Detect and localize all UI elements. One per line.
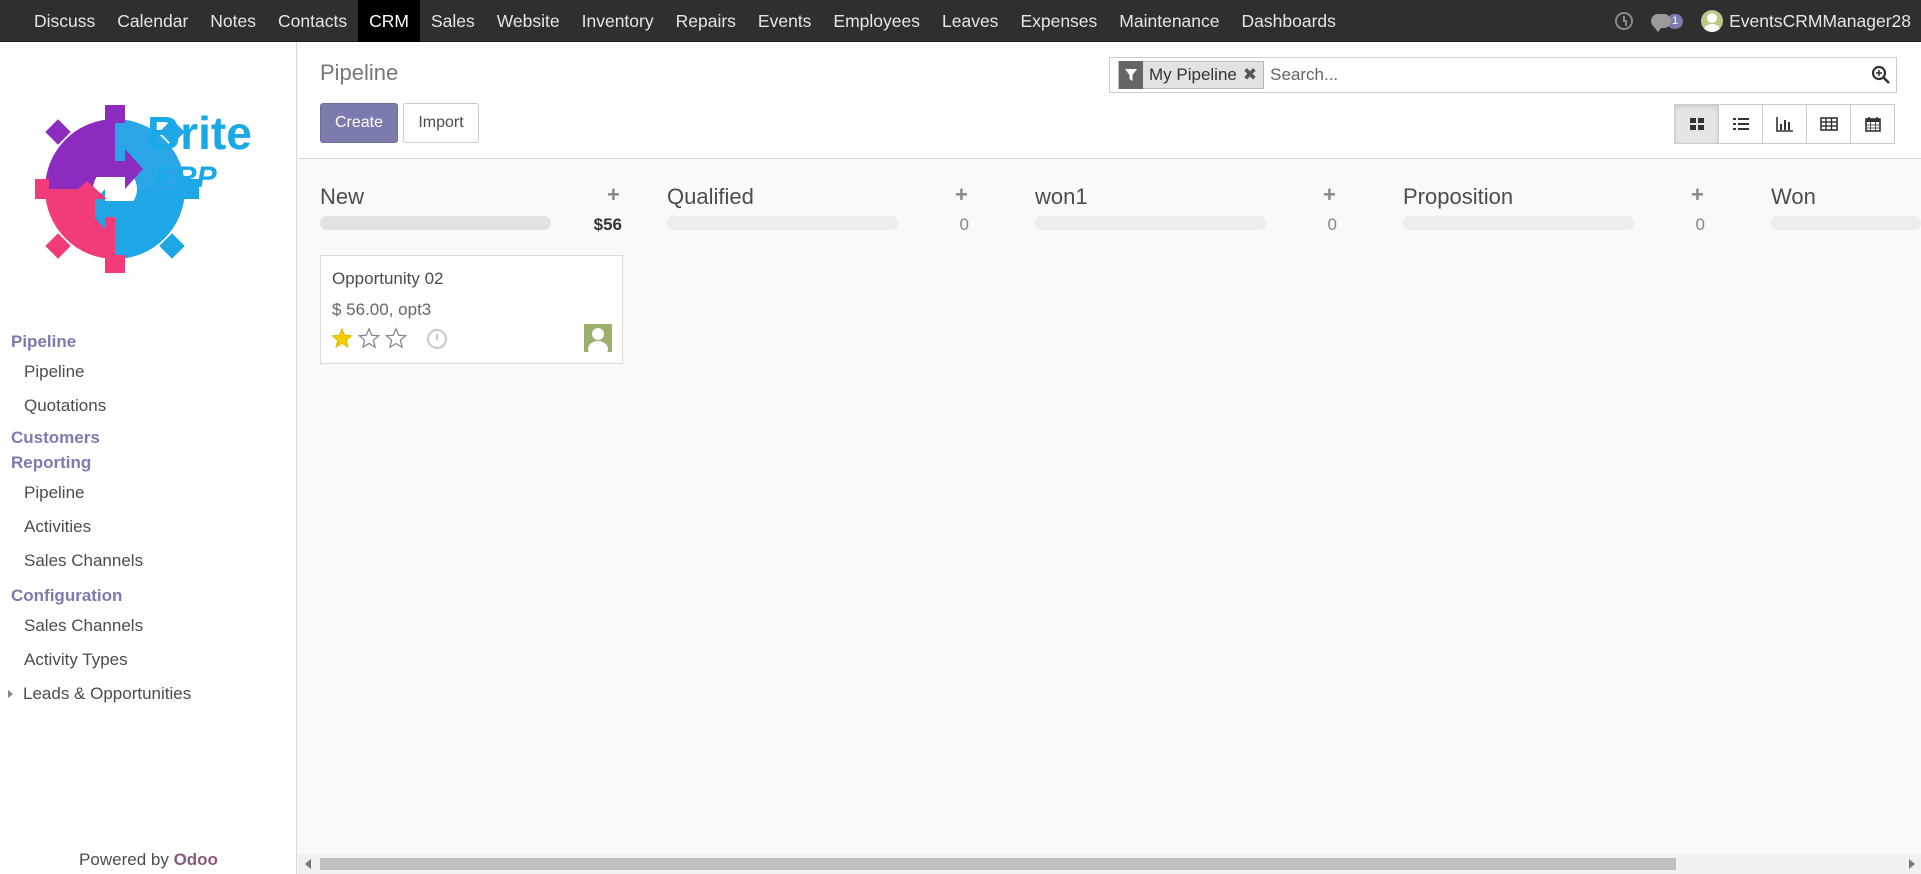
- menu-calendar[interactable]: Calendar: [106, 0, 199, 42]
- menu-inventory[interactable]: Inventory: [571, 0, 665, 42]
- column-title[interactable]: Won: [1771, 184, 1816, 210]
- column-progress-bar[interactable]: [320, 216, 551, 230]
- sidebar-heading-configuration[interactable]: Configuration: [0, 583, 297, 608]
- priority-widget: [331, 327, 407, 349]
- powered-by-text: Powered by: [79, 850, 169, 869]
- user-name: EventsCRMManager28: [1729, 10, 1911, 31]
- calendar-icon: [1864, 117, 1881, 132]
- sidebar-heading-customers[interactable]: Customers: [0, 425, 297, 450]
- column-progress-bar[interactable]: [667, 216, 898, 230]
- sidebar-item-sales-channels[interactable]: Sales Channels: [0, 609, 297, 643]
- sidebar-item-quotations[interactable]: Quotations: [0, 389, 297, 423]
- menu-notes[interactable]: Notes: [199, 0, 267, 42]
- sidebar-heading-reporting[interactable]: Reporting: [0, 450, 297, 475]
- column-progress-bar[interactable]: [1771, 216, 1921, 230]
- horizontal-scrollbar[interactable]: [298, 854, 1921, 874]
- column-title[interactable]: New: [320, 184, 364, 210]
- user-menu[interactable]: EventsCRMManager28: [1701, 10, 1911, 32]
- column-title[interactable]: Qualified: [667, 184, 754, 210]
- breadcrumb: Pipeline: [320, 60, 399, 85]
- sidebar-item-pipeline[interactable]: Pipeline: [0, 355, 297, 389]
- menu-repairs[interactable]: Repairs: [665, 0, 747, 42]
- app-menu: Discuss Calendar Notes Contacts CRM Sale…: [0, 0, 1347, 42]
- menu-website[interactable]: Website: [486, 0, 571, 42]
- salesperson-avatar: [584, 324, 612, 352]
- graph-icon: [1775, 117, 1793, 132]
- card-title: Opportunity 02: [332, 269, 444, 288]
- menu-discuss[interactable]: Discuss: [23, 0, 106, 42]
- menu-contacts[interactable]: Contacts: [267, 0, 358, 42]
- scrollbar-thumb[interactable]: [320, 858, 1676, 870]
- kanban-board: New + $56 Opportunity 02 $ 56.00, opt3 Q…: [298, 160, 1921, 854]
- powered-by-footer: Powered by Odoo: [0, 850, 297, 870]
- logo-text-brite: Brite: [147, 107, 252, 159]
- chat-bubble-icon: [1650, 14, 1671, 32]
- sidebar-item-activity-types[interactable]: Activity Types: [0, 643, 297, 677]
- menu-sales[interactable]: Sales: [420, 0, 486, 42]
- brite-erp-logo: Brite ERP: [35, 105, 252, 273]
- scroll-right-arrow[interactable]: [1909, 859, 1915, 869]
- logo-text-erp: ERP: [155, 161, 218, 194]
- systray: 1 EventsCRMManager28: [1614, 0, 1911, 42]
- menu-employees[interactable]: Employees: [822, 0, 931, 42]
- calendar-view-button[interactable]: [1850, 104, 1895, 144]
- quick-create-button[interactable]: +: [607, 182, 620, 208]
- column-total: 0: [1695, 215, 1705, 234]
- search-bar: My Pipeline ✖: [1109, 57, 1897, 93]
- activity-clock-icon[interactable]: [1614, 12, 1633, 30]
- star-empty-icon[interactable]: [385, 327, 407, 349]
- sidebar-item-reporting-pipeline[interactable]: Pipeline: [0, 476, 297, 510]
- odoo-link[interactable]: Odoo: [174, 850, 218, 869]
- search-input[interactable]: [1270, 65, 1866, 85]
- graph-view-button[interactable]: [1762, 104, 1807, 144]
- star-filled-icon[interactable]: [331, 327, 353, 349]
- sidebar-item-sales-channels-report[interactable]: Sales Channels: [0, 544, 297, 578]
- column-progress-bar[interactable]: [1035, 216, 1266, 230]
- scroll-left-arrow[interactable]: [305, 859, 311, 869]
- list-view-button[interactable]: [1718, 104, 1763, 144]
- menu-leaves[interactable]: Leaves: [931, 0, 1009, 42]
- quick-create-button[interactable]: +: [1323, 182, 1336, 208]
- search-facet-label: My Pipeline: [1149, 65, 1237, 84]
- column-title[interactable]: Proposition: [1403, 184, 1513, 210]
- quick-create-button[interactable]: +: [1691, 182, 1704, 208]
- menu-events[interactable]: Events: [747, 0, 823, 42]
- menu-crm[interactable]: CRM: [358, 0, 420, 42]
- sidebar: Brite ERP Pipeline Pipeline Quotations C…: [0, 42, 297, 874]
- sidebar-item-leads-opportunities[interactable]: Leads & Opportunities: [0, 677, 297, 711]
- list-icon: [1732, 118, 1749, 130]
- menu-dashboards[interactable]: Dashboards: [1231, 0, 1347, 42]
- card-amount: $ 56.00, opt3: [332, 300, 432, 319]
- view-switcher: [1674, 104, 1895, 144]
- search-options-icon[interactable]: [1866, 65, 1896, 85]
- sidebar-item-activities[interactable]: Activities: [0, 510, 297, 544]
- filter-icon: [1119, 61, 1143, 89]
- search-facet[interactable]: My Pipeline ✖: [1118, 61, 1265, 89]
- star-empty-icon[interactable]: [358, 327, 380, 349]
- main-content: Pipeline Create Import My Pipeline ✖ Sea…: [298, 42, 1921, 874]
- kanban-icon: [1689, 118, 1704, 130]
- sidebar-heading-pipeline[interactable]: Pipeline: [0, 329, 297, 354]
- column-total: 0: [959, 215, 969, 234]
- column-title[interactable]: won1: [1035, 184, 1088, 210]
- pivot-icon: [1819, 117, 1838, 131]
- activity-clock-icon[interactable]: [427, 329, 447, 349]
- pivot-view-button[interactable]: [1806, 104, 1851, 144]
- control-panel: Pipeline Create Import My Pipeline ✖: [298, 42, 1921, 159]
- column-total: 0: [1327, 215, 1337, 234]
- kanban-view-button[interactable]: [1674, 104, 1719, 144]
- column-total: $56: [593, 215, 622, 234]
- create-button[interactable]: Create: [320, 103, 398, 143]
- messaging-menu[interactable]: 1: [1650, 13, 1684, 32]
- import-button[interactable]: Import: [403, 103, 479, 143]
- sidebar-menu: Pipeline Pipeline Quotations Customers R…: [0, 324, 297, 711]
- menu-maintenance[interactable]: Maintenance: [1108, 0, 1230, 42]
- user-avatar: [1701, 10, 1724, 32]
- quick-create-button[interactable]: +: [955, 182, 968, 208]
- remove-facet-icon[interactable]: ✖: [1243, 65, 1263, 85]
- menu-expenses[interactable]: Expenses: [1009, 0, 1108, 42]
- kanban-card[interactable]: Opportunity 02 $ 56.00, opt3: [320, 255, 623, 364]
- top-navbar: Discuss Calendar Notes Contacts CRM Sale…: [0, 0, 1921, 42]
- column-progress-bar[interactable]: [1403, 216, 1634, 230]
